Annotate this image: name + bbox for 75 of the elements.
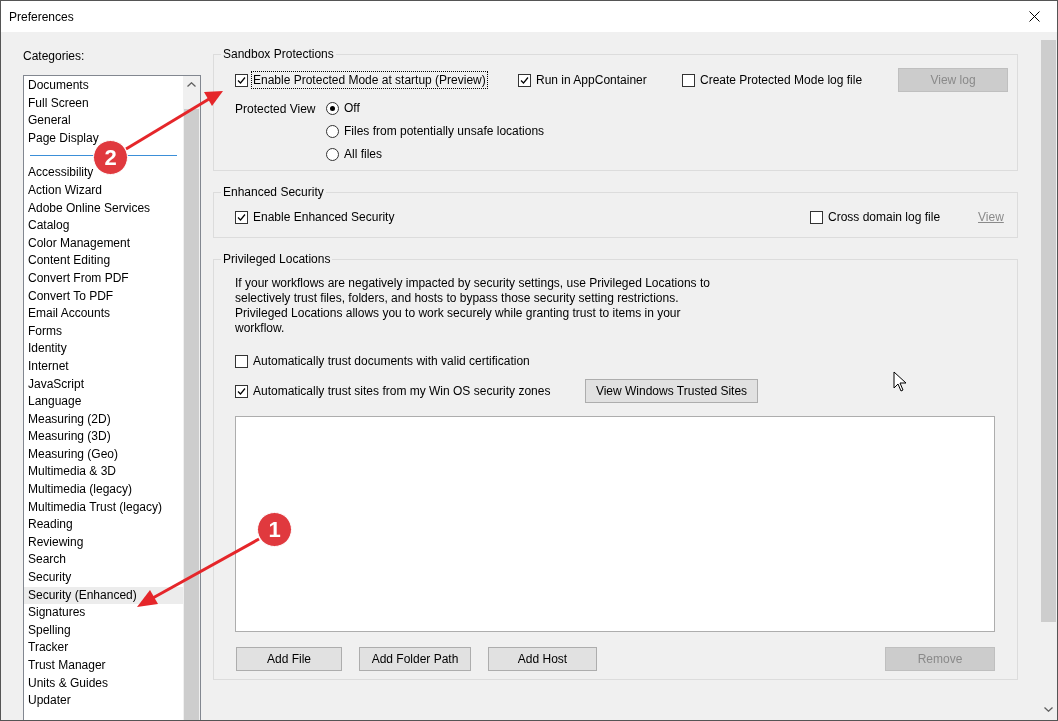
checkbox-option[interactable]: Enable Enhanced Security [235, 209, 810, 225]
category-item[interactable]: General [24, 112, 183, 130]
radio-button[interactable] [326, 147, 339, 161]
category-item[interactable]: Spelling [24, 621, 183, 640]
category-item[interactable]: Updater [24, 692, 183, 710]
category-item[interactable]: Reviewing [24, 533, 183, 552]
checkbox-option[interactable]: Run in AppContainer [518, 72, 682, 88]
checkbox-label: Create Protected Mode log file [699, 72, 864, 88]
category-item[interactable]: Multimedia & 3D [24, 463, 183, 482]
checkbox-label: Run in AppContainer [535, 72, 648, 88]
scroll-up-icon[interactable] [187, 82, 196, 87]
action-button[interactable]: Add Folder Path [359, 647, 471, 671]
scroll-thumb[interactable] [184, 109, 199, 720]
radio-button[interactable] [326, 101, 339, 115]
checkbox[interactable] [682, 73, 695, 87]
category-item[interactable]: Multimedia Trust (legacy) [24, 498, 183, 517]
category-item[interactable]: Security (Enhanced) [24, 586, 183, 605]
category-item[interactable]: Reading [24, 516, 183, 534]
category-item[interactable]: Measuring (Geo) [24, 445, 183, 464]
scrollbar[interactable] [183, 76, 200, 720]
category-item[interactable]: Multimedia (legacy) [24, 481, 183, 499]
checkbox-option[interactable]: Enable Protected Mode at startup (Preview) [235, 72, 518, 88]
category-item[interactable]: Adobe Online Services [24, 199, 183, 218]
category-item[interactable]: Search [24, 551, 183, 570]
checkbox[interactable] [235, 384, 248, 398]
checkbox-option[interactable]: Cross domain log file [810, 209, 978, 225]
radio-option[interactable]: Off [326, 100, 546, 116]
radio-label: All files [343, 146, 383, 162]
protected-view-label: Protected View [235, 101, 317, 118]
category-item[interactable]: Documents [24, 77, 183, 95]
checkbox[interactable] [518, 73, 531, 87]
category-item[interactable]: JavaScript [24, 375, 183, 394]
group-title: Privileged Locations [222, 252, 332, 266]
category-item[interactable]: Action Wizard [24, 181, 183, 200]
category-item[interactable]: Convert To PDF [24, 287, 183, 306]
checkbox-option[interactable]: Create Protected Mode log file [682, 72, 898, 88]
action-button[interactable]: Add File [236, 647, 342, 671]
scroll-down-icon[interactable] [1044, 707, 1053, 712]
category-item[interactable]: Internet [24, 357, 183, 376]
group-title: Sandbox Protections [222, 47, 335, 61]
category-item[interactable]: Forms [24, 322, 183, 341]
window-title: Preferences [9, 9, 74, 24]
category-item[interactable]: Units & Guides [24, 674, 183, 693]
categories-label: Categories: [23, 49, 86, 63]
checkbox-label: Enable Enhanced Security [252, 209, 396, 225]
radio-option[interactable]: All files [326, 146, 546, 162]
category-item[interactable]: Security [24, 569, 183, 587]
scroll-thumb[interactable] [1041, 40, 1056, 622]
close-icon [1028, 11, 1040, 22]
action-button[interactable]: Add Host [488, 647, 597, 671]
category-item[interactable]: Language [24, 393, 183, 411]
category-item[interactable]: Content Editing [24, 252, 183, 270]
checkbox-label: Cross domain log file [827, 209, 942, 225]
description-text: If your workflows are negatively impacted by security settings, use Privileged Locations to selectively trust files, folders, and hosts to bypass those security setting restrictions. Privileged Locations allows you to work securely while granting trust to items in your workflow. [235, 276, 711, 336]
trusted-sites-button[interactable]: View Windows Trusted Sites [585, 379, 758, 403]
cursor-icon [893, 371, 907, 392]
category-item[interactable]: Color Management [24, 234, 183, 253]
checkbox[interactable] [235, 354, 248, 368]
category-item[interactable]: Full Screen [24, 94, 183, 113]
radio-button[interactable] [326, 124, 339, 138]
checkbox[interactable] [235, 73, 248, 87]
category-item[interactable]: Convert From PDF [24, 269, 183, 288]
category-item[interactable]: Signatures [24, 604, 183, 622]
group-title: Enhanced Security [222, 185, 325, 199]
category-item[interactable]: Email Accounts [24, 305, 183, 323]
category-item[interactable]: Tracker [24, 639, 183, 657]
checkbox[interactable] [810, 210, 823, 224]
category-item[interactable]: Catalog [24, 217, 183, 235]
checkbox[interactable] [235, 210, 248, 224]
category-item[interactable]: Measuring (3D) [24, 428, 183, 446]
radio-label: Off [343, 100, 361, 116]
category-item[interactable]: Identity [24, 340, 183, 358]
category-item[interactable]: Trust Manager [24, 657, 183, 675]
checkbox-label: Enable Protected Mode at startup (Preview) [252, 72, 487, 88]
category-item[interactable]: Measuring (2D) [24, 410, 183, 429]
